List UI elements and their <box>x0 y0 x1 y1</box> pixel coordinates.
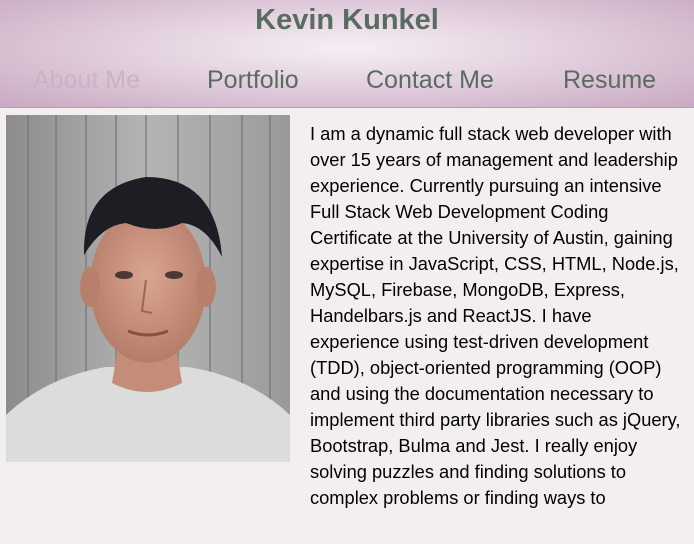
profile-photo <box>6 115 290 462</box>
about-bio: I am a dynamic full stack web developer … <box>310 123 681 508</box>
nav-portfolio[interactable]: Portfolio <box>207 66 299 95</box>
nav-about-me[interactable]: About Me <box>33 66 140 95</box>
nav-contact-me[interactable]: Contact Me <box>366 66 494 95</box>
nav-resume[interactable]: Resume <box>563 66 656 95</box>
main-nav: About Me Portfolio Contact Me Resume <box>0 66 694 100</box>
site-title: Kevin Kunkel <box>255 4 439 36</box>
site-header: Kevin Kunkel About Me Portfolio Contact … <box>0 0 694 108</box>
